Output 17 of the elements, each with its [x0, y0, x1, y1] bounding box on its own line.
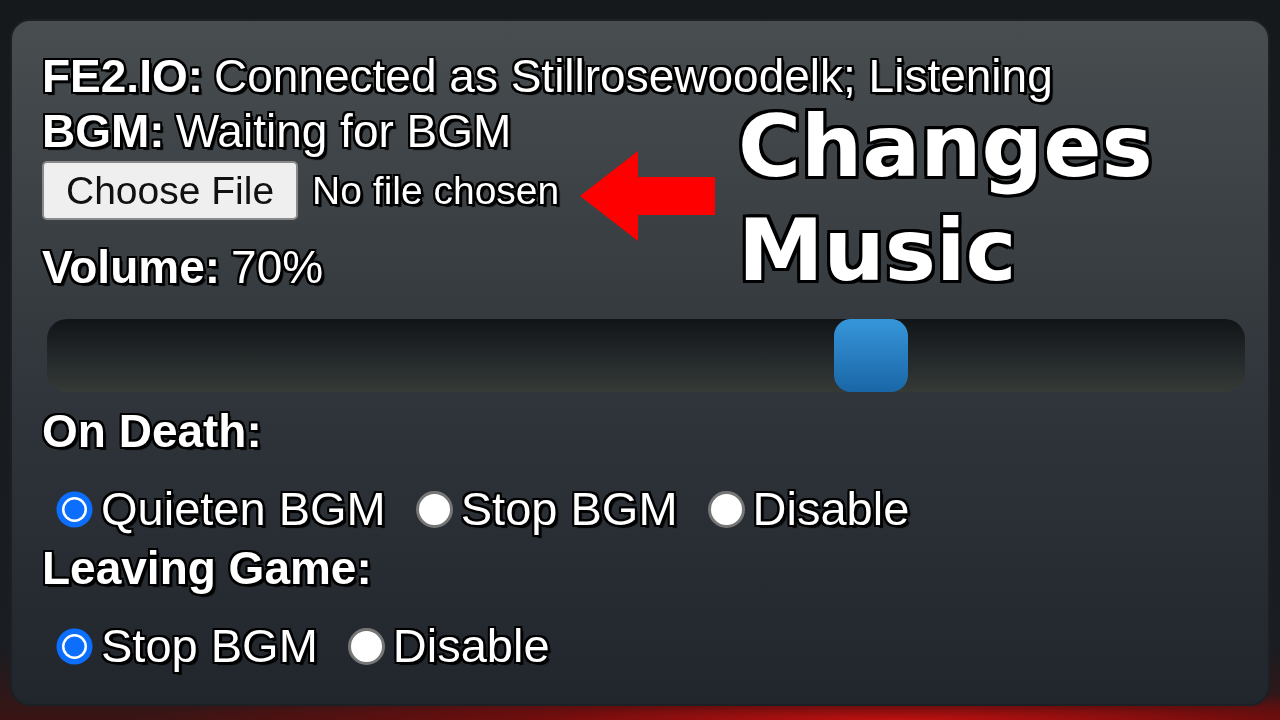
status-value: Waiting for BGM: [175, 104, 512, 159]
radio-option[interactable]: Stop BGM: [415, 483, 678, 535]
radio-option[interactable]: Stop BGM: [56, 620, 318, 672]
radio-option[interactable]: Disable: [707, 483, 910, 535]
file-status-text: No file chosen: [312, 168, 560, 213]
volume-slider-thumb[interactable]: [833, 319, 908, 392]
radio-option[interactable]: Disable: [347, 620, 550, 672]
volume-reading: 70%: [231, 240, 324, 295]
volume-label: Volume:: [42, 240, 221, 295]
left-arrow-icon: [580, 151, 715, 241]
group-title: Leaving Game:: [42, 541, 372, 596]
status-label: FE2.IO:: [42, 49, 204, 104]
choose-file-button[interactable]: Choose File: [42, 161, 299, 220]
group-title: On Death:: [42, 404, 262, 459]
status-label: BGM:: [42, 104, 165, 159]
radio-option[interactable]: Quieten BGM: [56, 483, 386, 535]
volume-slider-track[interactable]: [47, 319, 1245, 392]
